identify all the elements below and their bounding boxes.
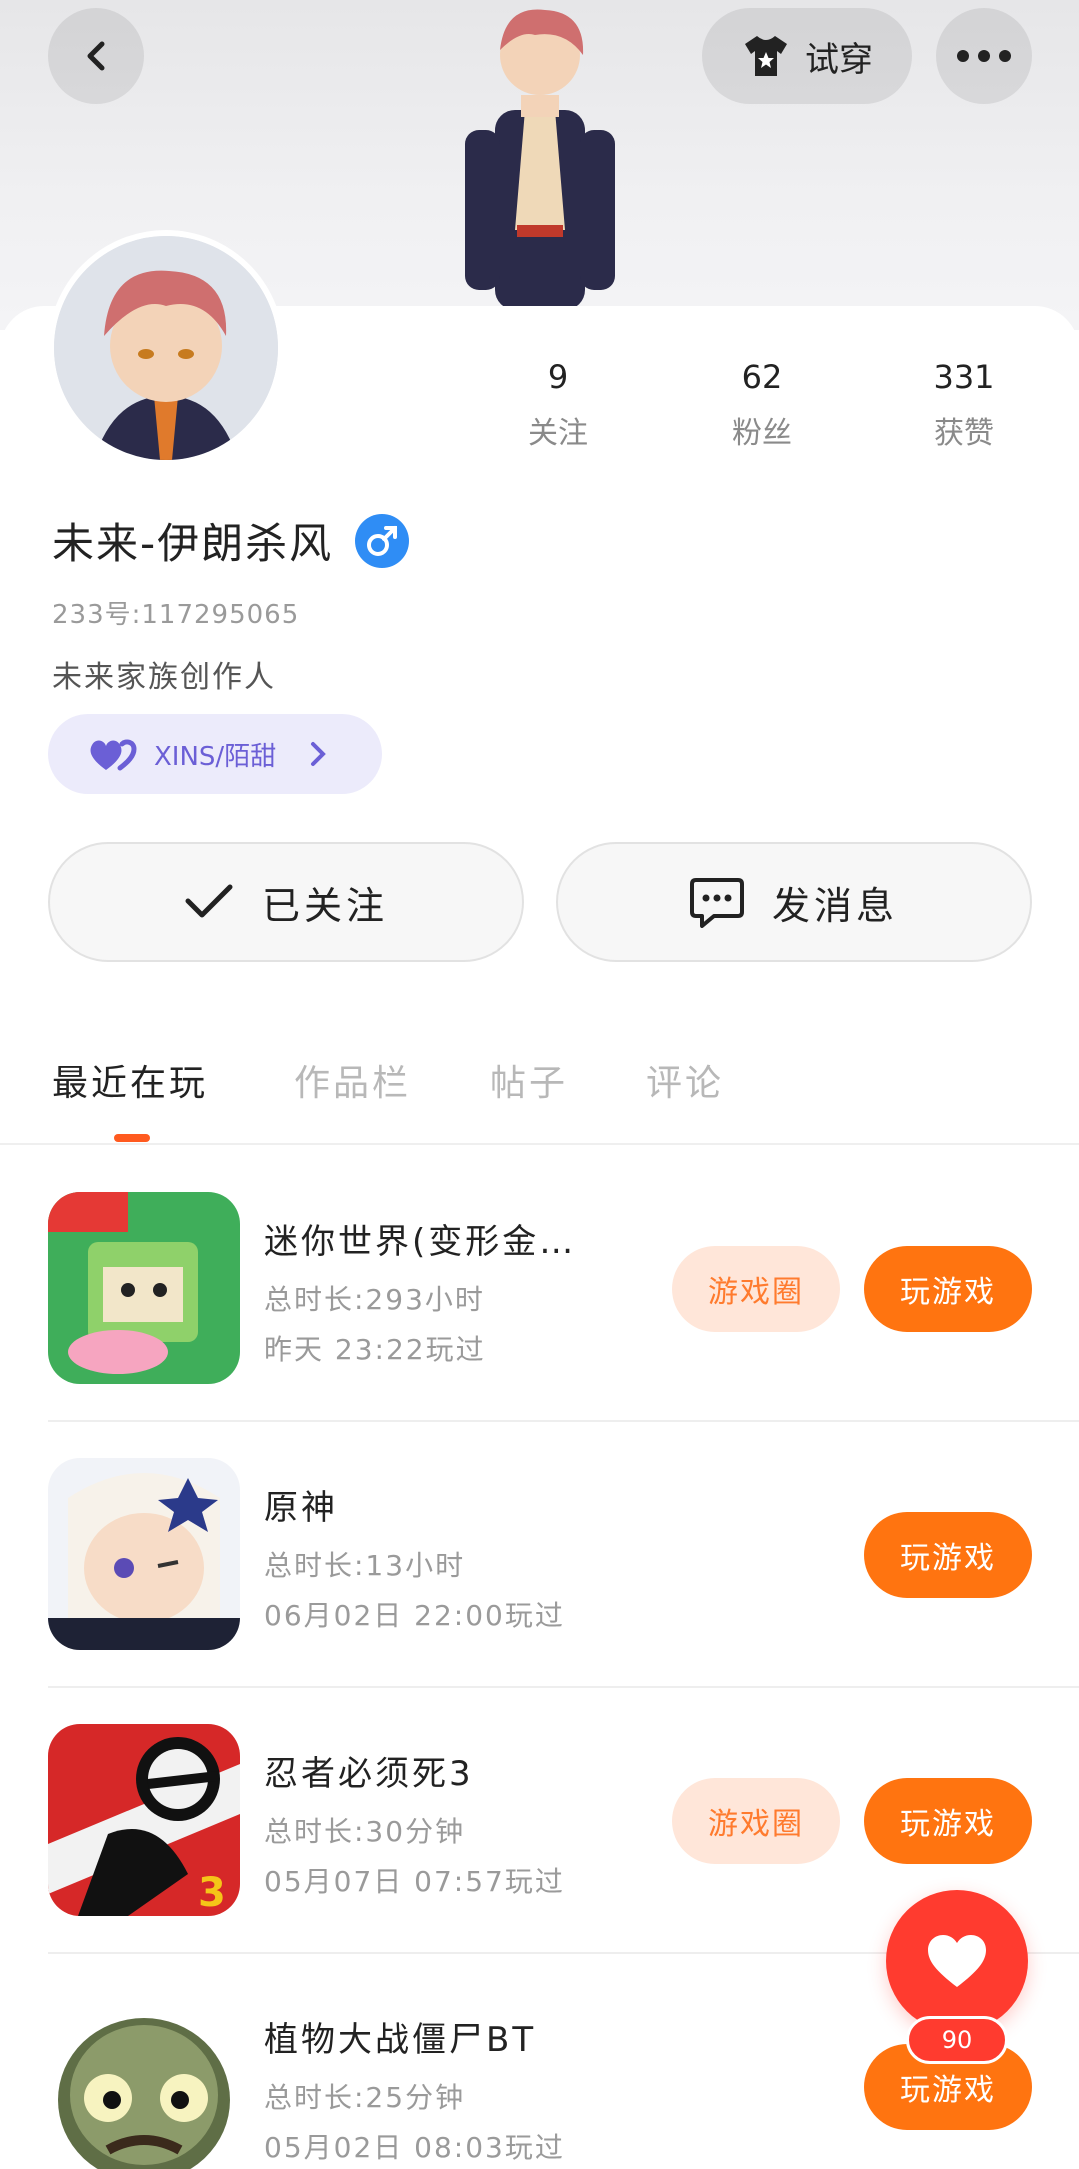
bio: 未来家族创作人 (52, 660, 276, 695)
fans-label: 粉丝 (732, 416, 792, 451)
try-on-label: 试穿 (805, 39, 873, 80)
game-icon-pvz (48, 1990, 240, 2169)
game-title: 迷你世界(变形金… (264, 1222, 577, 1262)
stat-fans[interactable]: 62 粉丝 (702, 358, 822, 452)
like-count-badge: 90 (906, 2016, 1008, 2064)
likes-count: 331 (933, 358, 995, 396)
game-circle-button[interactable]: 游戏圈 (672, 1246, 840, 1332)
stat-likes[interactable]: 331 获赞 (904, 358, 1024, 452)
game-total-time: 总时长:293小时 (264, 1283, 485, 1316)
following-label: 关注 (528, 416, 588, 451)
game-total-time: 总时长:30分钟 (264, 1815, 466, 1848)
avatar-image (54, 236, 278, 460)
tab-comments[interactable]: 评论 (646, 1054, 724, 1106)
chevron-left-icon (87, 41, 105, 71)
male-icon (355, 513, 410, 568)
game-row[interactable]: 迷你世界(变形金… 总时长:293小时 昨天 23:22玩过 游戏圈 玩游戏 (48, 1192, 1079, 1452)
family-name: XINS/陌甜 (154, 741, 277, 772)
back-button[interactable] (48, 8, 144, 104)
tab-works[interactable]: 作品栏 (294, 1054, 411, 1106)
game-last-played: 昨天 23:22玩过 (264, 1333, 486, 1366)
character-figure (465, 9, 615, 310)
follow-button[interactable]: 已关注 (48, 842, 524, 962)
heart-icon (928, 1935, 986, 1987)
row-divider (48, 1686, 1079, 1688)
family-badge[interactable]: XINS/陌甜 (48, 714, 382, 794)
fans-count: 62 (741, 358, 783, 396)
play-game-button[interactable]: 玩游戏 (864, 1778, 1032, 1864)
game-title: 原神 (264, 1488, 338, 1528)
chat-bubble-icon (689, 878, 744, 928)
game-last-played: 06月02日 22:00玩过 (264, 1599, 565, 1632)
tab-indicator (114, 1134, 150, 1142)
tab-posts[interactable]: 帖子 (490, 1054, 568, 1106)
tab-recent[interactable]: 最近在玩 (52, 1054, 208, 1106)
game-icon-genshin (48, 1458, 240, 1650)
tab-divider (0, 1143, 1079, 1145)
game-circle-button[interactable]: 游戏圈 (672, 1778, 840, 1864)
chevron-right-icon (311, 742, 327, 766)
game-last-played: 05月07日 07:57玩过 (264, 1865, 565, 1898)
play-game-button[interactable]: 玩游戏 (864, 1246, 1032, 1332)
try-on-button[interactable]: 试穿 (702, 8, 912, 104)
play-game-button[interactable]: 玩游戏 (864, 1512, 1032, 1598)
likes-label: 获赞 (934, 416, 994, 451)
row-divider (48, 1420, 1079, 1422)
more-dots-icon (957, 50, 1011, 62)
nickname: 未来-伊朗杀风 (52, 519, 334, 568)
game-icon-mini-world (48, 1192, 240, 1384)
svg-text:3: 3 (198, 1870, 226, 1916)
game-row[interactable]: 原神 总时长:13小时 06月02日 22:00玩过 玩游戏 (48, 1458, 1079, 1718)
heart-pair-icon (90, 739, 137, 771)
avatar[interactable] (48, 230, 284, 466)
game-last-played: 05月02日 08:03玩过 (264, 2131, 565, 2164)
more-button[interactable] (936, 8, 1032, 104)
shirt-icon (745, 36, 787, 76)
like-button[interactable] (886, 1890, 1028, 2032)
following-count: 9 (547, 358, 569, 396)
follow-label: 已关注 (261, 883, 388, 928)
game-total-time: 总时长:25分钟 (264, 2081, 466, 2114)
check-icon (185, 884, 233, 918)
message-button[interactable]: 发消息 (556, 842, 1032, 962)
message-label: 发消息 (771, 883, 898, 928)
nickname-row: 未来-伊朗杀风 (52, 510, 410, 571)
game-icon-ninja: 3 (48, 1724, 240, 1916)
game-total-time: 总时长:13小时 (264, 1549, 466, 1582)
game-title: 忍者必须死3 (264, 1754, 474, 1794)
game-title: 植物大战僵尸BT (264, 2020, 537, 2060)
stat-following[interactable]: 9 关注 (498, 358, 618, 452)
user-id: 233号:117295065 (52, 600, 300, 630)
